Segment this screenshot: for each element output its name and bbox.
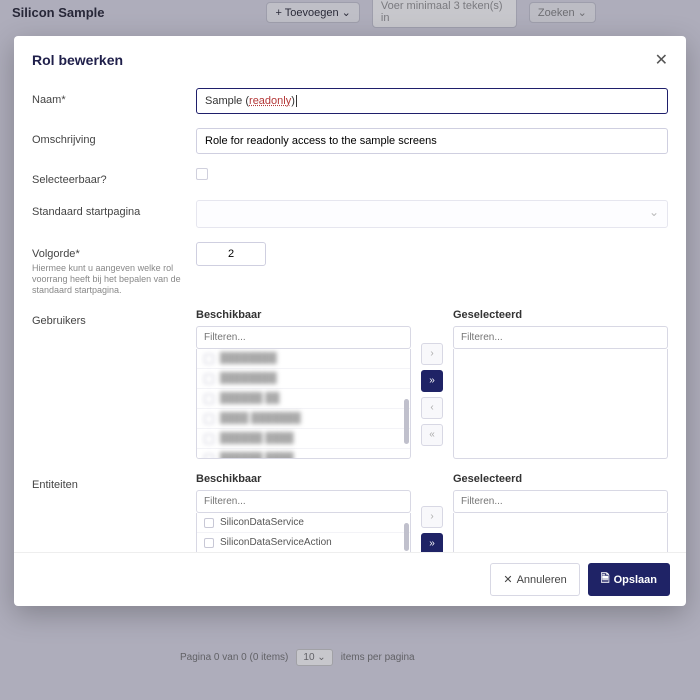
users-dual-list: Beschikbaar ████████ ████████ ██████ ██ … [196, 309, 668, 459]
close-icon[interactable]: ✕ [655, 50, 668, 70]
entities-available-filter[interactable] [196, 490, 411, 513]
label-users: Gebruikers [32, 309, 182, 327]
scrollbar[interactable] [404, 399, 409, 444]
users-available-list[interactable]: ████████ ████████ ██████ ██ ████ ███████… [196, 349, 411, 459]
users-selected-list[interactable] [453, 349, 668, 459]
list-item[interactable]: ██████ ████ [197, 429, 410, 449]
order-field[interactable] [196, 242, 266, 266]
list-item[interactable]: ████ ███████ [197, 409, 410, 429]
label-selectable: Selecteerbaar? [32, 168, 182, 186]
save-button[interactable]: 🗎 Opslaan [588, 563, 670, 596]
list-item[interactable]: ██████ ████ [197, 449, 410, 459]
label-name: Naam [32, 88, 182, 106]
users-selected-filter[interactable] [453, 326, 668, 349]
move-all-left-button[interactable]: « [421, 424, 443, 446]
move-left-button[interactable]: ‹ [421, 397, 443, 419]
users-available-filter[interactable] [196, 326, 411, 349]
entities-selected-filter[interactable] [453, 490, 668, 513]
order-hint: Hiermee kunt u aangeven welke rol voorra… [32, 263, 182, 295]
users-available-title: Beschikbaar [196, 309, 411, 321]
entities-transfer-buttons: › » ‹ « [421, 473, 443, 552]
move-right-button[interactable]: › [421, 343, 443, 365]
list-item[interactable]: ██████ ██ [197, 389, 410, 409]
modal-footer: ✕ Annuleren 🗎 Opslaan [14, 552, 686, 606]
users-selected-title: Geselecteerd [453, 309, 668, 321]
default-start-select[interactable] [196, 200, 668, 228]
entities-dual-list: Beschikbaar SiliconDataService SiliconDa… [196, 473, 668, 552]
modal-title: Rol bewerken [32, 52, 123, 68]
cancel-button[interactable]: ✕ Annuleren [490, 563, 579, 596]
scrollbar[interactable] [404, 523, 409, 551]
label-description: Omschrijving [32, 128, 182, 146]
entities-selected-title: Geselecteerd [453, 473, 668, 485]
edit-role-modal: Rol bewerken ✕ Naam Sample (readonly) Om… [14, 36, 686, 606]
description-field[interactable] [196, 128, 668, 154]
modal-header: Rol bewerken ✕ [14, 36, 686, 80]
move-all-right-button[interactable]: » [421, 533, 443, 552]
name-typo: readonly [249, 95, 291, 107]
label-entities: Entiteiten [32, 473, 182, 491]
move-all-right-button[interactable]: » [421, 370, 443, 392]
modal-body: Naam Sample (readonly) Omschrijving Sele… [14, 80, 686, 552]
entities-available-list[interactable]: SiliconDataService SiliconDataServiceAct… [196, 513, 411, 552]
entities-selected-list[interactable] [453, 513, 668, 552]
list-item[interactable]: SiliconDataServiceAction [197, 533, 410, 552]
name-field[interactable]: Sample (readonly) [196, 88, 668, 114]
entities-available-title: Beschikbaar [196, 473, 411, 485]
list-item[interactable]: SiliconDataService [197, 513, 410, 533]
label-order: Volgorde [32, 242, 182, 260]
users-transfer-buttons: › » ‹ « [421, 309, 443, 459]
list-item[interactable]: ████████ [197, 369, 410, 389]
move-right-button[interactable]: › [421, 506, 443, 528]
label-default-start: Standaard startpagina [32, 200, 182, 218]
selectable-checkbox[interactable] [196, 168, 208, 180]
list-item[interactable]: ████████ [197, 349, 410, 369]
